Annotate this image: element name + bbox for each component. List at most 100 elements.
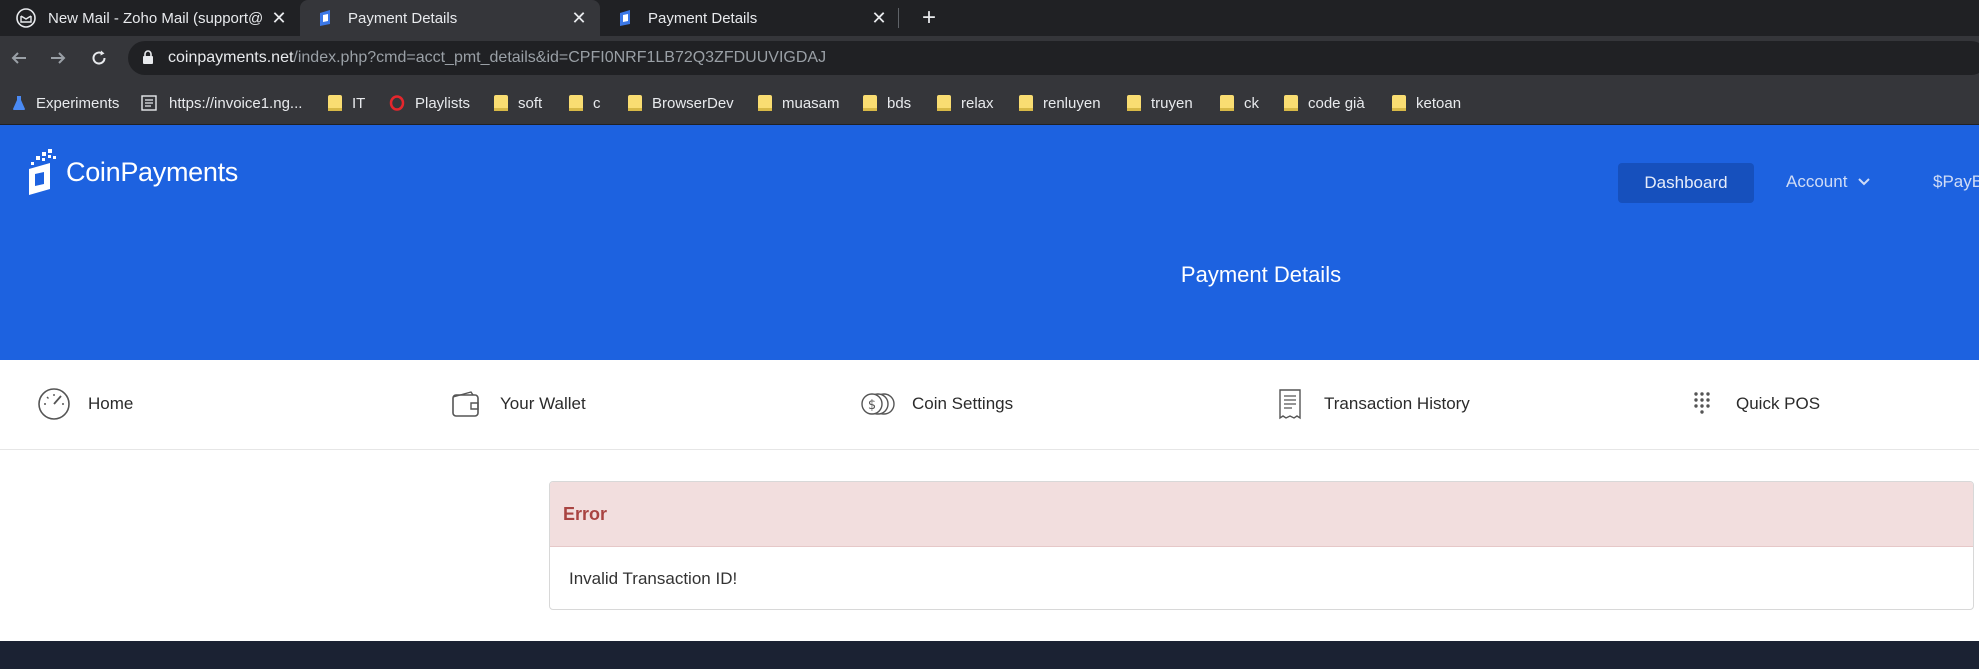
coinpayments-logo-icon — [29, 149, 56, 195]
keypad-icon — [1684, 386, 1720, 422]
subnav-home[interactable]: Home — [36, 384, 133, 424]
bookmark-label: BrowserDev — [652, 94, 734, 112]
folder-icon — [1019, 95, 1033, 111]
bookmark-invoice[interactable]: https://invoice1.ng... — [141, 93, 302, 113]
folder-icon — [1284, 95, 1298, 111]
subnav-label: Your Wallet — [500, 394, 586, 413]
bookmark-label: Experiments — [36, 94, 120, 112]
coinpayments-logo[interactable]: CoinPayments — [26, 147, 238, 197]
folder-icon — [1220, 95, 1234, 111]
bookmark-label: bds — [887, 94, 912, 112]
receipt-icon — [1272, 386, 1308, 422]
reload-icon — [92, 50, 106, 65]
speedometer-icon — [36, 386, 72, 422]
reload-button[interactable] — [86, 45, 112, 71]
bookmark-label: truyen — [1151, 94, 1193, 112]
account-label: Account — [1786, 172, 1848, 191]
subnav-label: Coin Settings — [912, 394, 1014, 413]
url-path: /index.php?cmd=acct_pmt_details&id=CPFI0… — [293, 49, 827, 66]
url-text: coinpayments.net/index.php?cmd=acct_pmt_… — [168, 49, 826, 67]
back-button[interactable] — [6, 45, 32, 71]
coinpayments-favicon-icon — [316, 8, 336, 28]
bookmark-folder-relax[interactable]: relax — [937, 93, 994, 113]
arrow-left-icon — [11, 52, 26, 64]
bookmark-playlists[interactable]: Playlists — [389, 93, 470, 113]
tab-zoho-mail[interactable]: New Mail - Zoho Mail (support@ ✕ — [0, 0, 300, 36]
url-host: coinpayments.net — [168, 49, 294, 66]
lock-icon — [143, 50, 153, 64]
subnav-label: Transaction History — [1324, 394, 1470, 413]
document-icon — [141, 94, 159, 112]
folder-icon — [494, 95, 508, 111]
new-tab-button[interactable]: + — [915, 4, 943, 32]
account-menu[interactable]: Account — [1786, 172, 1871, 192]
address-bar[interactable]: coinpayments.net/index.php?cmd=acct_pmt_… — [128, 41, 1979, 75]
subnav-quick-pos[interactable]: Quick POS — [1684, 384, 1820, 424]
bookmark-folder-ketoan[interactable]: ketoan — [1392, 93, 1461, 113]
chevron-down-icon — [1858, 178, 1871, 186]
folder-icon — [937, 95, 951, 111]
browser-tab-strip: New Mail - Zoho Mail (support@ ✕ Payment… — [0, 0, 1979, 36]
tab-divider — [898, 8, 899, 28]
logo-text: CoinPayments — [66, 156, 238, 187]
forward-button[interactable] — [45, 45, 71, 71]
subnav-coin-settings[interactable]: $ Coin Settings — [860, 384, 1013, 424]
bookmark-label: relax — [961, 94, 994, 112]
tab-payment-details[interactable]: Payment Details ✕ — [600, 0, 900, 36]
tab-title: Payment Details — [348, 9, 458, 27]
close-icon[interactable]: ✕ — [270, 8, 288, 28]
close-icon[interactable]: ✕ — [870, 8, 888, 28]
dashboard-button[interactable]: Dashboard — [1618, 163, 1754, 203]
browser-toolbar: coinpayments.net/index.php?cmd=acct_pmt_… — [0, 36, 1979, 80]
subnav-label: Quick POS — [1736, 394, 1821, 413]
bookmark-label: renluyen — [1043, 94, 1101, 112]
bookmark-folder-bds[interactable]: bds — [863, 93, 911, 113]
bookmark-label: code già — [1308, 94, 1365, 112]
opera-icon — [389, 95, 405, 111]
folder-icon — [569, 95, 583, 111]
bookmark-label: ck — [1244, 94, 1259, 112]
bookmark-experiments[interactable]: Experiments — [12, 93, 119, 113]
svg-text:$: $ — [868, 398, 876, 413]
tab-title: New Mail - Zoho Mail (support@ — [48, 9, 264, 27]
bookmark-label: Playlists — [415, 94, 471, 112]
folder-icon — [628, 95, 642, 111]
bookmark-folder-it[interactable]: IT — [328, 93, 365, 113]
bookmark-folder-ck[interactable]: ck — [1220, 93, 1259, 113]
coins-icon: $ — [860, 386, 896, 422]
bookmarks-bar: Experiments https://invoice1.ng... IT Pl… — [0, 80, 1979, 125]
paybyname-link[interactable]: $PayB — [1933, 172, 1979, 192]
bookmark-folder-c[interactable]: c — [569, 93, 601, 113]
error-panel: Error Invalid Transaction ID! — [549, 481, 1974, 610]
folder-icon — [328, 95, 342, 111]
folder-icon — [758, 95, 772, 111]
bookmark-folder-browserdev[interactable]: BrowserDev — [628, 93, 734, 113]
tab-title: Payment Details — [648, 9, 758, 27]
subnav-label: Home — [88, 394, 134, 413]
arrow-right-icon — [51, 52, 66, 64]
site-header: CoinPayments Dashboard Account $PayB Pay… — [0, 125, 1979, 360]
bookmark-label: https://invoice1.ng... — [169, 94, 303, 112]
bookmark-folder-soft[interactable]: soft — [494, 93, 542, 113]
error-heading: Error — [550, 482, 1973, 547]
bookmark-folder-muasam[interactable]: muasam — [758, 93, 840, 113]
subnav-transaction-history[interactable]: Transaction History — [1272, 384, 1470, 424]
wallet-icon — [448, 386, 484, 422]
bookmark-folder-renluyen[interactable]: renluyen — [1019, 93, 1101, 113]
close-icon[interactable]: ✕ — [570, 8, 588, 28]
folder-icon — [1392, 95, 1406, 111]
tab-payment-details-active[interactable]: Payment Details ✕ — [300, 0, 600, 36]
bookmark-label: soft — [518, 94, 543, 112]
page-title: Payment Details — [1180, 262, 1342, 287]
coinpayments-favicon-icon — [616, 8, 636, 28]
folder-icon — [863, 95, 877, 111]
bookmark-folder-code-gia[interactable]: code già — [1284, 93, 1365, 113]
bookmark-folder-truyen[interactable]: truyen — [1127, 93, 1193, 113]
subnav-your-wallet[interactable]: Your Wallet — [448, 384, 586, 424]
error-message: Invalid Transaction ID! — [569, 569, 738, 588]
mail-icon — [16, 8, 36, 28]
folder-icon — [1127, 95, 1141, 111]
account-subnav: Home Your Wallet $ Coin Settings Transac… — [0, 360, 1979, 450]
bookmark-label: IT — [352, 94, 366, 112]
bookmark-label: c — [593, 94, 601, 112]
